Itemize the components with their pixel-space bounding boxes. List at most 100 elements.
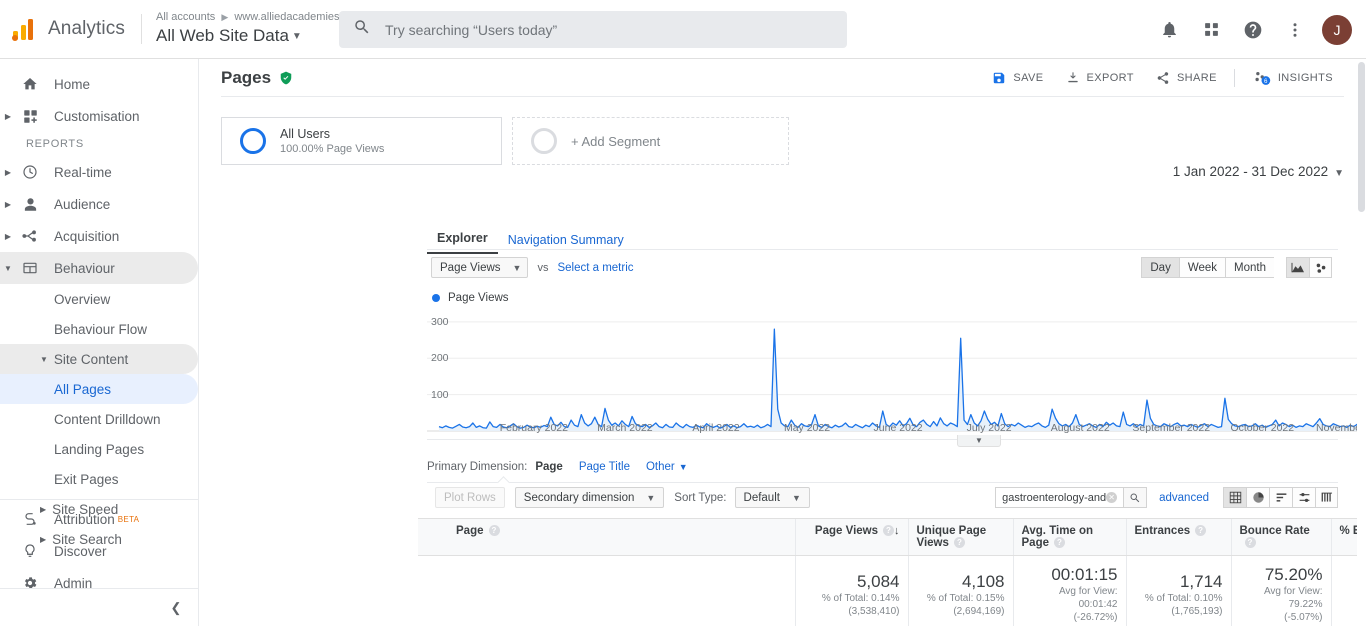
primary-dimension-page-title[interactable]: Page Title	[579, 461, 630, 473]
column-header-page[interactable]: Page?	[448, 519, 795, 556]
metric-select[interactable]: Page Views ▼	[431, 257, 528, 278]
secondary-dimension-label: Secondary dimension	[524, 492, 635, 504]
help-icon[interactable]: ?	[1054, 537, 1065, 548]
x-axis-tick-label: May 2022	[784, 422, 830, 434]
column-label: Entrances	[1135, 525, 1191, 537]
sidebar-item-home[interactable]: Home	[0, 68, 198, 100]
account-selector[interactable]: All accounts ▶ www.alliedacademies.o... …	[156, 10, 358, 48]
column-label: Page	[456, 525, 484, 537]
close-icon[interactable]: ✕	[1106, 492, 1117, 503]
select-a-metric-link[interactable]: Select a metric	[557, 262, 633, 274]
sidebar-item-real-time[interactable]: ▶ Real-time	[0, 156, 198, 188]
export-button[interactable]: EXPORT	[1055, 65, 1145, 91]
header-actions: SAVE EXPORT SHARE 6	[981, 59, 1344, 96]
divider	[0, 499, 199, 500]
date-range-selector[interactable]: 1 Jan 2022 - 31 Dec 2022▼	[1173, 164, 1344, 179]
secondary-dimension-button[interactable]: Secondary dimension ▼	[515, 487, 665, 508]
divider	[427, 482, 1338, 483]
avatar[interactable]: J	[1322, 15, 1352, 45]
summary-note: Avg for View: 00:01:42	[1022, 585, 1118, 611]
table-view-buttons	[1223, 487, 1338, 508]
page-views-chart: 300 200 100	[427, 307, 1366, 439]
save-button[interactable]: SAVE	[981, 65, 1054, 91]
scatter-chart-icon[interactable]	[1309, 257, 1332, 278]
sidebar-item-behaviour-flow[interactable]: Behaviour Flow	[0, 314, 198, 344]
column-label: Bounce Rate	[1240, 525, 1310, 537]
table-view-icon[interactable]	[1223, 487, 1246, 508]
granularity-week[interactable]: Week	[1179, 257, 1225, 278]
pie-view-icon[interactable]	[1246, 487, 1269, 508]
apps-grid-icon[interactable]	[1190, 9, 1232, 51]
segment-all-users[interactable]: All Users 100.00% Page Views	[221, 117, 502, 165]
help-icon[interactable]: ?	[954, 537, 965, 548]
scrollbar-thumb[interactable]	[1358, 62, 1365, 212]
table-search-button[interactable]	[1123, 487, 1147, 508]
summary-page-views: 5,084 % of Total: 0.14% (3,538,410)	[795, 556, 908, 626]
sidebar-collapse-bar: ❮	[0, 588, 199, 626]
chevron-down-icon: ▼	[292, 31, 302, 42]
x-axis-tick-label: February 2022	[500, 422, 568, 434]
help-icon[interactable]	[1232, 9, 1274, 51]
granularity-month[interactable]: Month	[1225, 257, 1274, 278]
sort-type-select[interactable]: Default ▼	[735, 487, 810, 508]
share-button[interactable]: SHARE	[1145, 65, 1228, 91]
summary-value: 5,084	[804, 571, 900, 592]
sidebar-item-label: Real-time	[44, 165, 112, 180]
sidebar-item-site-content[interactable]: ▼ Site Content	[0, 344, 198, 374]
sidebar-item-landing-pages[interactable]: Landing Pages	[0, 434, 198, 464]
pivot-view-icon[interactable]	[1315, 487, 1338, 508]
clock-icon	[16, 164, 44, 180]
insights-button[interactable]: 6 INSIGHTS	[1241, 65, 1344, 91]
column-header-unique-page-views[interactable]: Unique Page Views?	[908, 519, 1013, 556]
chart-collapse-handle[interactable]: ▼	[957, 435, 1001, 447]
granularity-day[interactable]: Day	[1141, 257, 1178, 278]
primary-dimension-other[interactable]: Other▼	[646, 461, 688, 473]
chart-type-buttons	[1286, 257, 1332, 278]
sidebar-item-customisation[interactable]: ▶ Customisation	[0, 100, 198, 132]
help-icon[interactable]: ?	[1195, 525, 1206, 536]
global-search[interactable]	[339, 11, 847, 48]
column-header-entrances[interactable]: Entrances?	[1126, 519, 1231, 556]
table-search-input[interactable]	[1002, 492, 1106, 504]
divider	[1234, 69, 1235, 87]
view-selector[interactable]: All Web Site Data▼	[156, 25, 358, 48]
advanced-link[interactable]: advanced	[1159, 492, 1209, 504]
plot-rows-button[interactable]: Plot Rows	[435, 487, 505, 508]
sidebar-item-discover[interactable]: Discover	[0, 535, 199, 567]
help-icon[interactable]: ?	[489, 525, 500, 536]
add-segment-button[interactable]: + Add Segment	[512, 117, 789, 165]
expand-arrow-icon: ▶	[0, 232, 16, 241]
sidebar-item-all-pages[interactable]: All Pages	[0, 374, 198, 404]
analytics-logo-area[interactable]: Analytics	[0, 16, 133, 42]
chevron-left-icon[interactable]: ❮	[165, 597, 187, 619]
y-axis-tick-200: 200	[431, 352, 449, 364]
column-header-bounce-rate[interactable]: Bounce Rate?	[1231, 519, 1331, 556]
sidebar-item-overview[interactable]: Overview	[0, 284, 198, 314]
sidebar-item-audience[interactable]: ▶ Audience	[0, 188, 198, 220]
comparison-view-icon[interactable]	[1292, 487, 1315, 508]
sidebar-subitem-label: Landing Pages	[54, 442, 144, 457]
segment-subtitle: 100.00% Page Views	[280, 142, 384, 157]
sidebar-item-behaviour[interactable]: ▼ Behaviour	[0, 252, 198, 284]
column-header-avg-time-on-page[interactable]: Avg. Time on Page?	[1013, 519, 1126, 556]
primary-dimension-page[interactable]: Page	[535, 461, 563, 473]
bell-icon[interactable]	[1148, 9, 1190, 51]
line-chart-icon[interactable]	[1286, 257, 1309, 278]
search-input[interactable]	[385, 22, 825, 38]
insights-icon: 6	[1252, 70, 1271, 86]
help-icon[interactable]: ?	[883, 525, 894, 536]
performance-view-icon[interactable]	[1269, 487, 1292, 508]
table-search-field[interactable]: ✕	[995, 487, 1123, 508]
chevron-right-icon: ▶	[218, 12, 231, 22]
column-header-page-views[interactable]: ↓ Page Views?	[795, 519, 908, 556]
sidebar-item-content-drilldown[interactable]: Content Drilldown	[0, 404, 198, 434]
x-axis-tick-label: March 2022	[597, 422, 652, 434]
sidebar-bottom-nav: Attribution BETA Discover Admin	[0, 503, 199, 599]
summary-note: (3,538,410)	[804, 605, 900, 618]
x-axis-labels: February 2022March 2022April 2022May 202…	[427, 422, 1366, 438]
more-vert-icon[interactable]	[1274, 9, 1316, 51]
sidebar-item-acquisition[interactable]: ▶ Acquisition	[0, 220, 198, 252]
help-icon[interactable]: ?	[1245, 537, 1256, 548]
sidebar-item-attribution[interactable]: Attribution BETA	[0, 503, 199, 535]
chevron-down-icon: ▼	[513, 263, 522, 273]
